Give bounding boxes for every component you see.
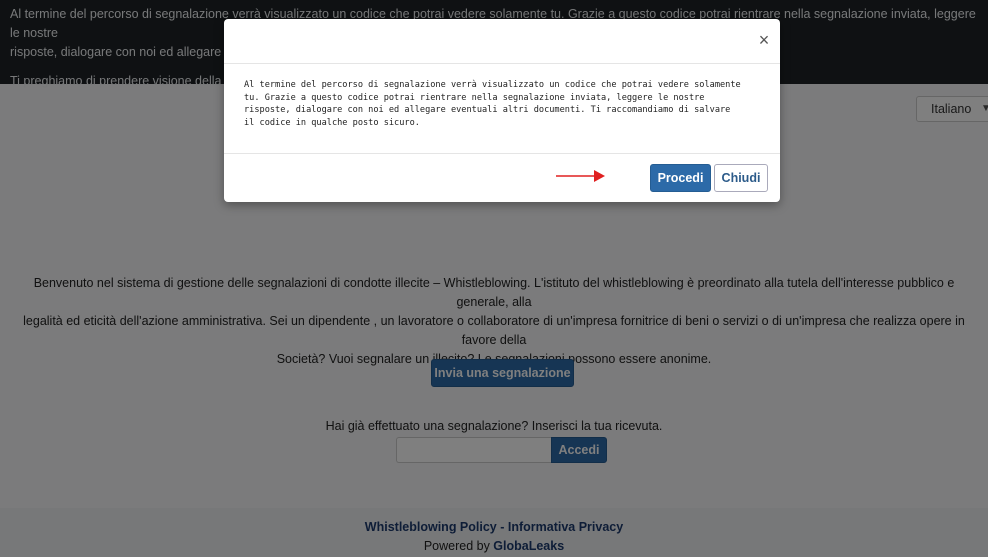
modal-header: × — [224, 19, 780, 64]
modal-body-line3: risposte, dialogare con noi ed allegare … — [244, 105, 731, 115]
modal-body-line4: il codice in qualche posto sicuro. — [244, 117, 420, 128]
modal-body: Al termine del percorso di segnalazione … — [244, 79, 764, 129]
modal-body-line1: Al termine del percorso di segnalazione … — [244, 80, 741, 90]
close-modal-button[interactable]: Chiudi — [714, 164, 768, 192]
modal-body-line2: tu. Grazie a questo codice potrai rientr… — [244, 92, 705, 103]
proceed-button[interactable]: Procedi — [650, 164, 711, 192]
close-icon[interactable]: × — [755, 31, 773, 49]
info-modal: × Al termine del percorso di segnalazion… — [224, 19, 780, 202]
red-arrow-annotation-icon — [556, 170, 605, 182]
